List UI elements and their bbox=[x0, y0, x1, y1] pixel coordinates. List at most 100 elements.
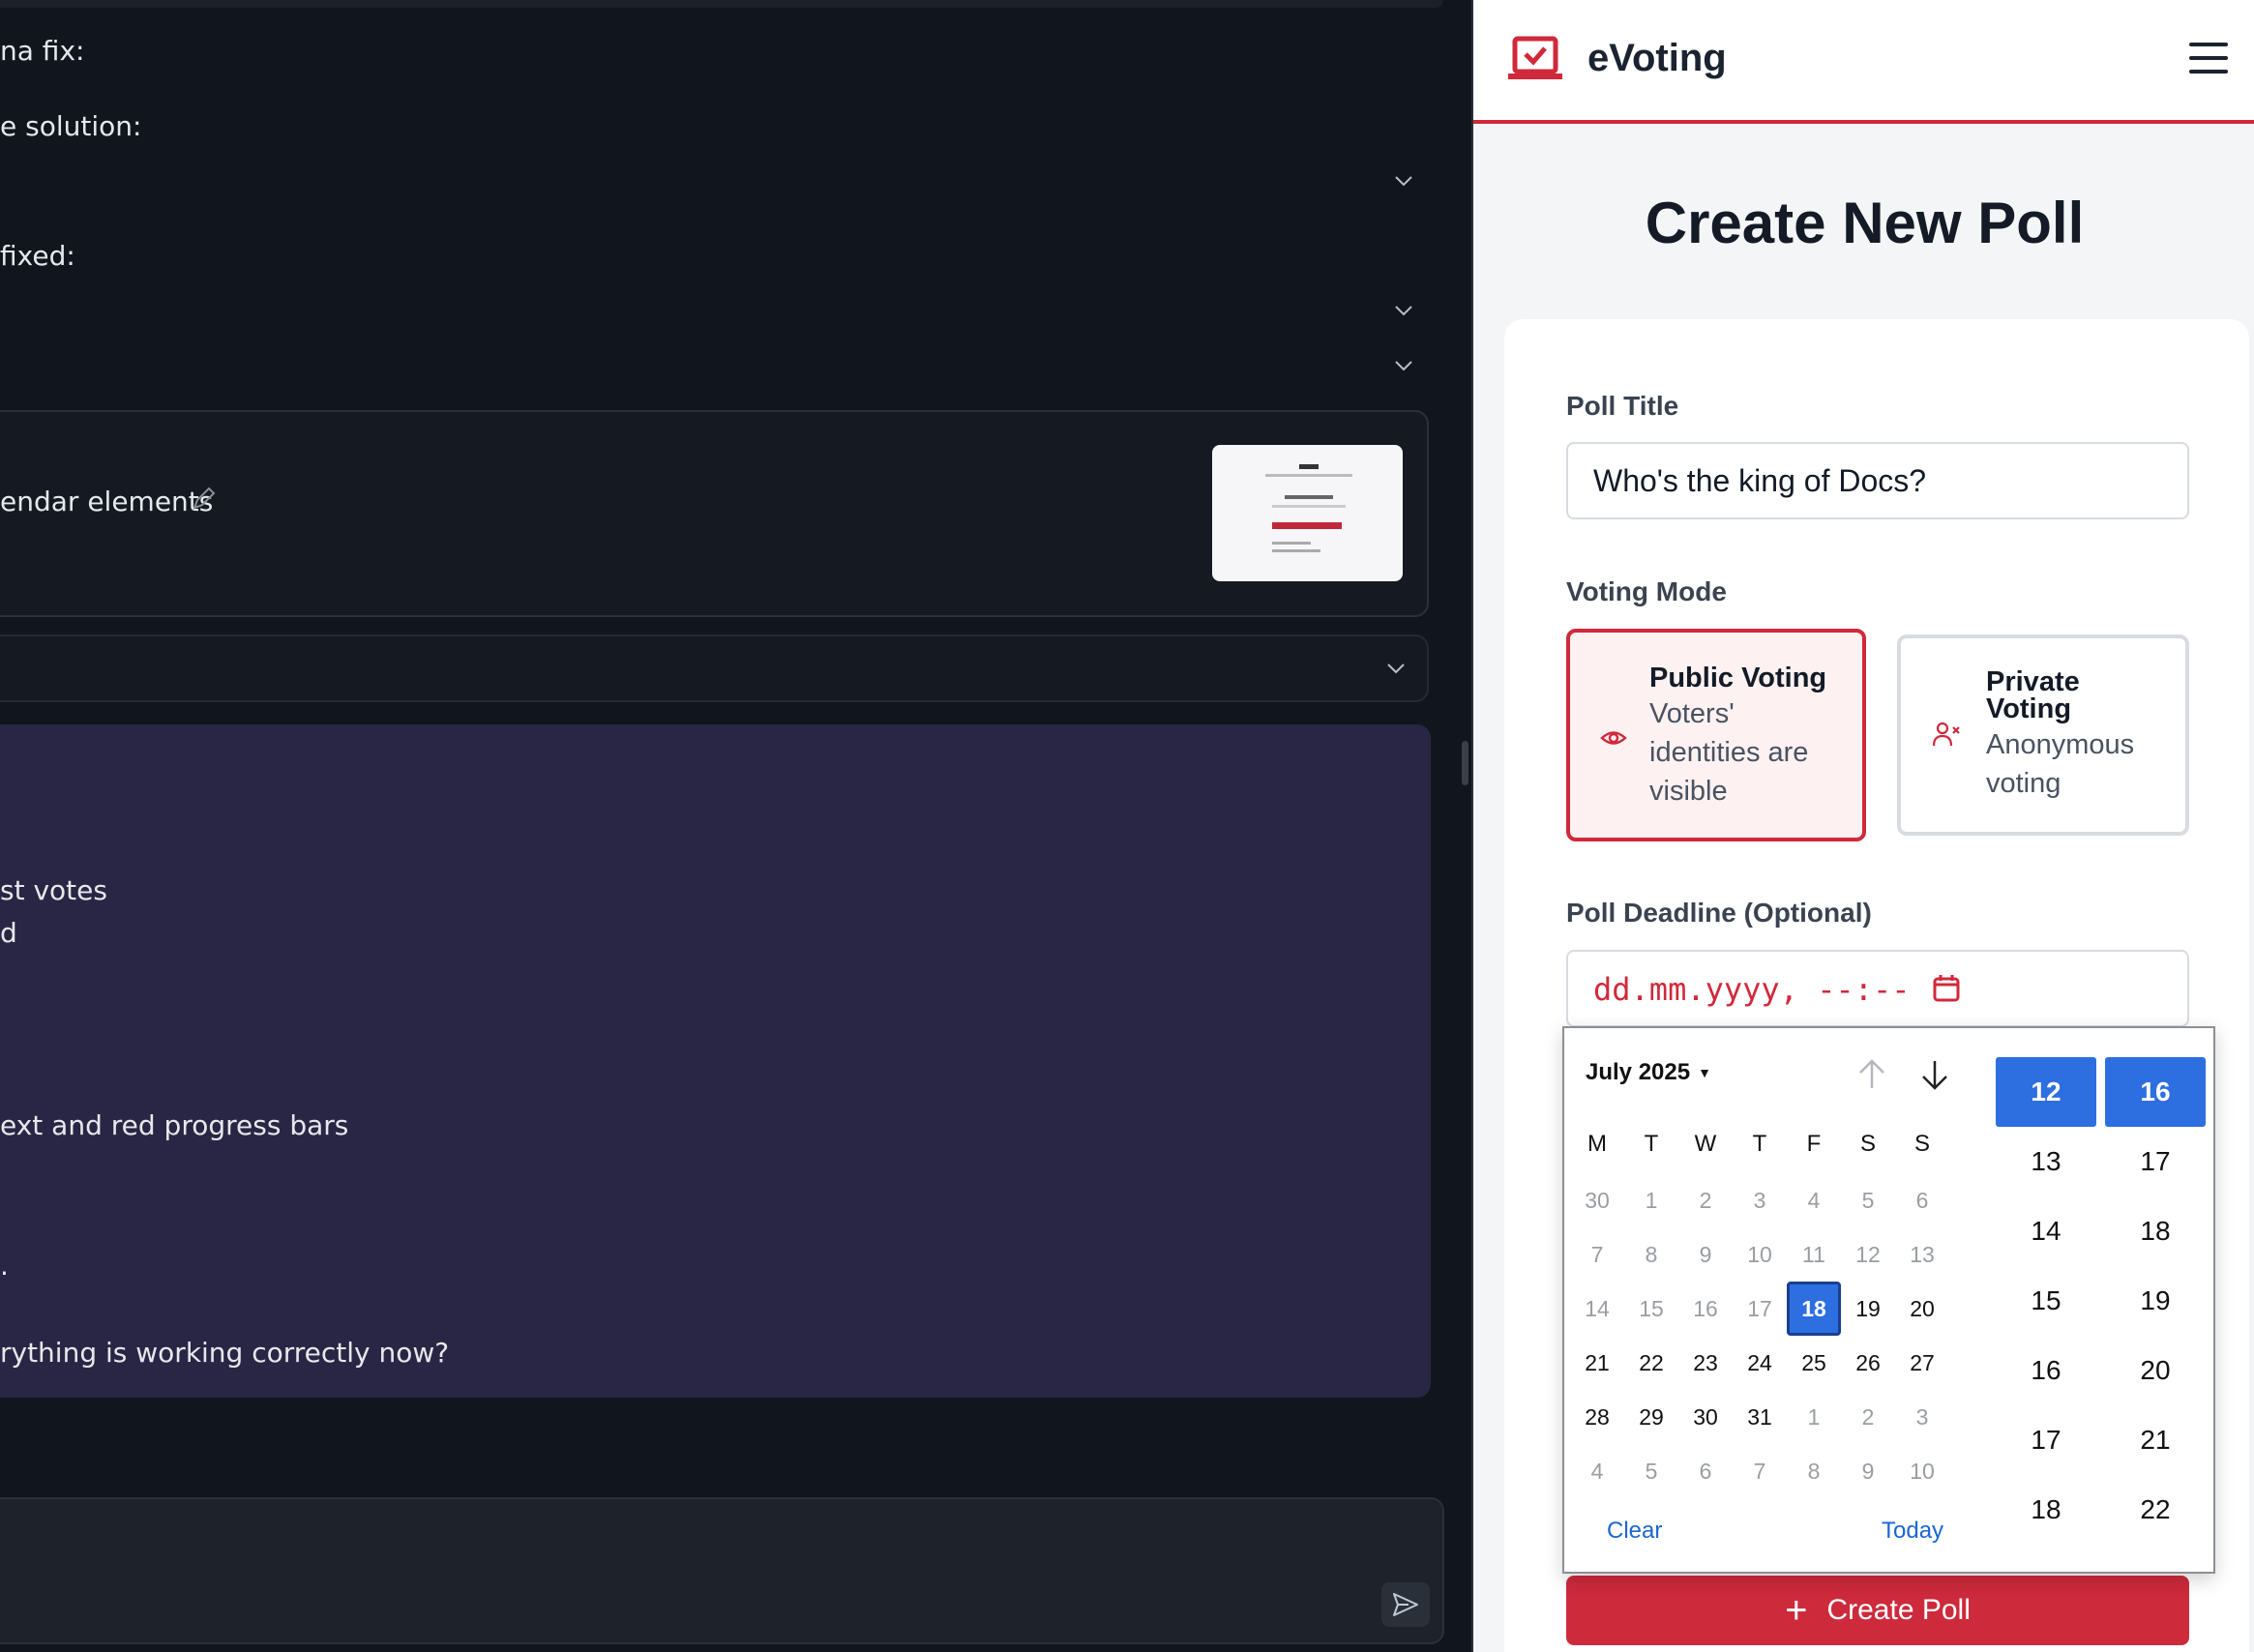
page-title: Create New Poll bbox=[1645, 191, 2085, 255]
hour-option[interactable]: 16 bbox=[1996, 1336, 2096, 1405]
calendar-icon[interactable] bbox=[1931, 973, 1962, 1004]
resize-handle[interactable] bbox=[1462, 741, 1468, 785]
hour-option[interactable]: 12 bbox=[1996, 1057, 2096, 1127]
calendar-day: 5 bbox=[1861, 1187, 1875, 1213]
calendar-day[interactable]: 2 bbox=[1841, 1390, 1895, 1444]
weekday-header: T bbox=[1644, 1131, 1659, 1157]
calendar-day: 14 bbox=[1585, 1295, 1610, 1321]
minute-option[interactable]: 16 bbox=[2105, 1057, 2206, 1127]
calendar-day[interactable]: 24 bbox=[1733, 1336, 1787, 1390]
chevron-down-icon[interactable] bbox=[1385, 658, 1407, 679]
attachment-title: endar elements bbox=[0, 486, 214, 517]
brand-name[interactable]: eVoting bbox=[1587, 37, 1727, 80]
calendar-day[interactable]: 7 bbox=[1733, 1444, 1787, 1498]
calendar-day[interactable]: 26 bbox=[1841, 1336, 1895, 1390]
chat-text-line: ext and red progress bars bbox=[0, 1109, 349, 1141]
mode-name: Public Voting bbox=[1649, 663, 1827, 693]
calendar-day[interactable]: 20 bbox=[1895, 1282, 1949, 1336]
next-month-icon[interactable] bbox=[1917, 1057, 1952, 1092]
mode-description: Anonymous bbox=[1986, 729, 2135, 760]
poll-title-input[interactable]: Who's the king of Docs? bbox=[1566, 442, 2189, 519]
chevron-down-icon[interactable] bbox=[1393, 355, 1414, 376]
chevron-down-icon[interactable] bbox=[1393, 170, 1414, 192]
calendar-day[interactable]: 10 bbox=[1895, 1444, 1949, 1498]
send-button[interactable] bbox=[1381, 1582, 1430, 1627]
calendar-day[interactable]: 31 bbox=[1733, 1390, 1787, 1444]
chevron-down-icon[interactable] bbox=[1393, 300, 1414, 321]
chat-text-line: . bbox=[0, 1250, 9, 1282]
calendar-day: 1 bbox=[1645, 1187, 1658, 1213]
send-icon bbox=[1393, 1593, 1418, 1616]
today-button[interactable]: Today bbox=[1882, 1518, 1943, 1545]
weekday-header: T bbox=[1752, 1131, 1767, 1157]
calendar-day: 9 bbox=[1699, 1241, 1712, 1267]
calendar-day[interactable]: 30 bbox=[1570, 1173, 1624, 1227]
calendar-day[interactable]: 4 bbox=[1570, 1444, 1624, 1498]
calendar-day: 7 bbox=[1590, 1241, 1604, 1267]
chat-pane: na fix: e solution: fixed: endar element… bbox=[0, 0, 1471, 1652]
calendar-day[interactable]: 19 bbox=[1841, 1282, 1895, 1336]
pencil-icon[interactable] bbox=[190, 484, 219, 513]
hour-option[interactable]: 18 bbox=[1996, 1475, 2096, 1545]
hour-option[interactable]: 13 bbox=[1996, 1127, 2096, 1196]
calendar-day[interactable]: 30 bbox=[1678, 1390, 1733, 1444]
weekday-header: F bbox=[1806, 1131, 1822, 1157]
create-poll-button[interactable]: + Create Poll bbox=[1566, 1576, 2189, 1645]
mode-name: Voting bbox=[1986, 693, 2072, 724]
minute-option[interactable]: 20 bbox=[2105, 1336, 2206, 1405]
month-year-selector[interactable]: July 2025 ▼ bbox=[1586, 1059, 1711, 1086]
calendar-day: 8 bbox=[1645, 1241, 1658, 1267]
mode-name: Private bbox=[1986, 666, 2080, 697]
private-voting-option[interactable]: Private Voting Anonymous voting bbox=[1897, 634, 2189, 836]
navbar: eVoting bbox=[1473, 0, 2254, 124]
minute-option[interactable]: 18 bbox=[2105, 1196, 2206, 1266]
minute-option[interactable]: 22 bbox=[2105, 1475, 2206, 1545]
minute-option[interactable]: 21 bbox=[2105, 1405, 2206, 1475]
selected-day[interactable]: 18 bbox=[1787, 1282, 1841, 1336]
minute-option[interactable]: 19 bbox=[2105, 1266, 2206, 1336]
deadline-label: Poll Deadline (Optional) bbox=[1566, 898, 1872, 928]
calendar-day: 15 bbox=[1639, 1295, 1664, 1321]
minute-option[interactable]: 17 bbox=[2105, 1127, 2206, 1196]
previous-month-icon[interactable] bbox=[1854, 1057, 1889, 1092]
plus-icon: + bbox=[1785, 1589, 1808, 1632]
hamburger-menu-icon[interactable] bbox=[2189, 43, 2228, 75]
chat-text-line: st votes bbox=[0, 874, 107, 906]
ballot-logo-icon bbox=[1506, 35, 1564, 83]
calendar-day[interactable]: 3 bbox=[1895, 1390, 1949, 1444]
hour-option[interactable]: 17 bbox=[1996, 1405, 2096, 1475]
calendar-day: 2 bbox=[1699, 1187, 1712, 1213]
mode-description: voting bbox=[1986, 768, 2061, 799]
calendar-day[interactable]: 5 bbox=[1624, 1444, 1678, 1498]
chat-text-line: d bbox=[0, 917, 17, 949]
screenshot-thumbnail[interactable] bbox=[1212, 445, 1403, 581]
calendar-day[interactable]: 9 bbox=[1841, 1444, 1895, 1498]
mode-description: visible bbox=[1649, 776, 1728, 807]
deadline-placeholder: dd.mm.yyyy, --:-- bbox=[1593, 971, 1911, 1008]
deadline-input[interactable]: dd.mm.yyyy, --:-- bbox=[1566, 950, 2189, 1027]
calendar-day[interactable]: 29 bbox=[1624, 1390, 1678, 1444]
collapsed-section[interactable] bbox=[0, 634, 1429, 702]
hour-option[interactable]: 14 bbox=[1996, 1196, 2096, 1266]
hour-option[interactable]: 15 bbox=[1996, 1266, 2096, 1336]
voting-mode-label: Voting Mode bbox=[1566, 576, 1727, 606]
calendar-day: 12 bbox=[1855, 1241, 1881, 1267]
calendar-day: 10 bbox=[1747, 1241, 1772, 1267]
weekday-header: M bbox=[1587, 1131, 1607, 1157]
calendar-day[interactable]: 6 bbox=[1678, 1444, 1733, 1498]
calendar-day[interactable]: 25 bbox=[1787, 1336, 1841, 1390]
calendar-day[interactable]: 1 bbox=[1787, 1390, 1841, 1444]
calendar-day[interactable]: 28 bbox=[1570, 1390, 1624, 1444]
calendar-day[interactable]: 21 bbox=[1570, 1336, 1624, 1390]
clear-button[interactable]: Clear bbox=[1607, 1518, 1662, 1545]
mode-description: identities are bbox=[1649, 737, 1809, 768]
datetime-picker-popup: July 2025 ▼ MTWTFSS 30 1 2 3 4 5 6 7 8 9 10 11 12 13 1… bbox=[1562, 1026, 2215, 1574]
calendar-day: 13 bbox=[1910, 1241, 1935, 1267]
message-input[interactable] bbox=[0, 1497, 1444, 1644]
public-voting-option[interactable]: Public Voting Voters' identities are vis… bbox=[1566, 629, 1866, 841]
calendar-day[interactable]: 23 bbox=[1678, 1336, 1733, 1390]
calendar-day[interactable]: 8 bbox=[1787, 1444, 1841, 1498]
calendar-day[interactable]: 22 bbox=[1624, 1336, 1678, 1390]
calendar-day: 4 bbox=[1807, 1187, 1821, 1213]
calendar-day[interactable]: 27 bbox=[1895, 1336, 1949, 1390]
